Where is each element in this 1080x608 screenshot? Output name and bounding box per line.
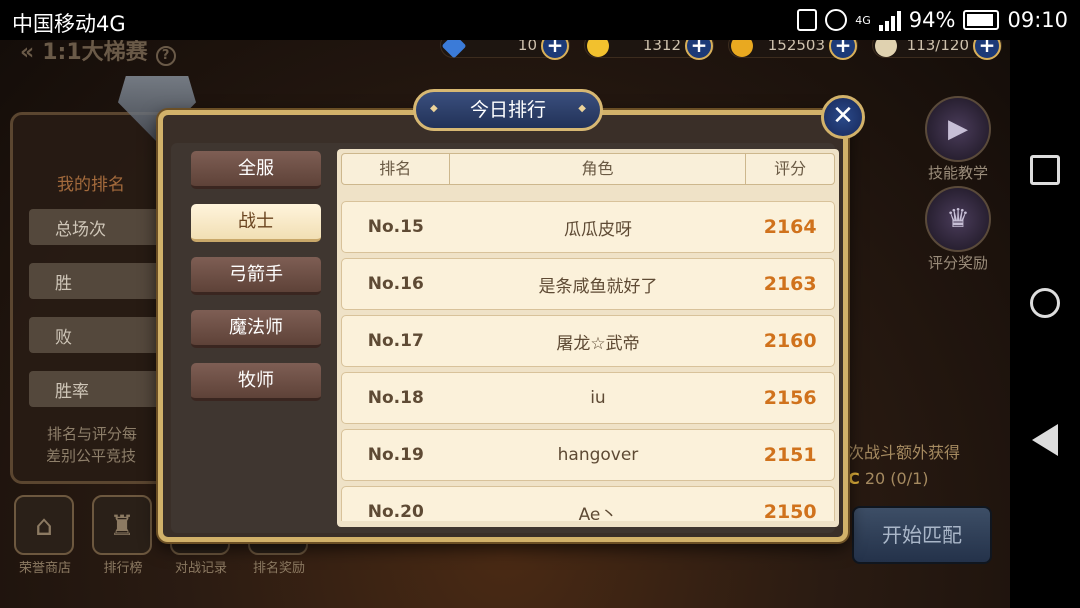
wing-icon	[875, 40, 897, 57]
back-icon[interactable]: «	[20, 40, 34, 65]
add-diamond-button[interactable]: +	[541, 40, 569, 60]
clock: 09:10	[1007, 8, 1068, 32]
column-character: 角色	[450, 154, 747, 184]
table-row[interactable]: No.16 是条咸鱼就好了 2163	[341, 258, 835, 310]
help-icon[interactable]: ?	[155, 46, 176, 66]
table-row[interactable]: No.20 Ae丶 2150	[341, 486, 835, 521]
alarm-icon	[825, 9, 848, 31]
stat-win-rate: 胜率	[29, 371, 179, 407]
game-screen: «1:1大梯赛? 10 + 1312 + 152503 + 113/120 + …	[0, 40, 1010, 608]
honor-shop-button[interactable]: ⌂ 荣誉商店	[14, 495, 76, 576]
score-reward-icon: ♛	[925, 186, 991, 252]
stat-losses: 败	[29, 317, 179, 353]
table-row[interactable]: No.18 iu 2156	[341, 372, 835, 424]
category-priest[interactable]: 牧师	[191, 363, 321, 401]
battery-percent: 94%	[908, 8, 956, 32]
table-row[interactable]: No.19 hangover 2151	[341, 429, 835, 481]
start-match-button[interactable]: 开始匹配	[852, 506, 992, 564]
add-gold-button[interactable]: +	[829, 40, 857, 60]
android-nav-bar	[1010, 40, 1080, 608]
skill-tutorial-icon: ▶	[925, 96, 991, 162]
stat-wins: 胜	[29, 263, 179, 299]
my-ranking-title: 我的排名	[57, 175, 125, 195]
category-all-server[interactable]: 全服	[191, 151, 321, 189]
back-nav-icon[interactable]	[1032, 424, 1058, 456]
category-mage[interactable]: 魔法师	[191, 310, 321, 348]
currency-bar: 10 + 1312 + 152503 + 113/120 +	[440, 40, 1002, 60]
recent-apps-icon[interactable]	[1030, 155, 1060, 185]
currency-gold: 152503 +	[728, 40, 858, 60]
bonus-coin-icon: C	[848, 469, 860, 488]
ranking-list[interactable]: No.15 瓜瓜皮呀 2164 No.16 是条咸鱼就好了 2163 No.17…	[341, 201, 835, 521]
shop-icon: ⌂	[14, 495, 74, 555]
status-bar: 中国移动4G 4G 94% 09:10	[0, 0, 1080, 40]
trophy-icon: ♜	[92, 495, 152, 555]
currency-moon: 1312 +	[584, 40, 714, 60]
vibrate-icon	[797, 9, 818, 31]
column-rank: 排名	[342, 154, 450, 184]
dialog-body: 全服 战士 弓箭手 魔法师 牧师 排名 角色 评分 No.15 瓜瓜皮呀 216…	[171, 143, 839, 533]
table-header: 排名 角色 评分	[341, 153, 835, 185]
add-moon-coin-button[interactable]: +	[685, 40, 713, 60]
skill-tutorial-button[interactable]: ▶ 技能教学	[918, 96, 998, 183]
signal-icon	[878, 9, 901, 31]
close-button[interactable]: ✕	[821, 95, 865, 139]
category-archer[interactable]: 弓箭手	[191, 257, 321, 295]
bonus-info: 次战斗额外获得 C 20 (0/1)	[848, 443, 961, 488]
table-row[interactable]: No.17 屠龙☆武帝 2160	[341, 315, 835, 367]
add-stamina-button[interactable]: +	[973, 40, 1001, 60]
page-title: «1:1大梯赛?	[20, 40, 176, 66]
currency-diamond: 10 +	[440, 40, 570, 60]
score-reward-button[interactable]: ♛ 评分奖励	[918, 186, 998, 273]
gold-coin-icon	[731, 40, 753, 57]
network-type: 4G	[855, 13, 871, 27]
class-category-list: 全服 战士 弓箭手 魔法师 牧师	[191, 151, 321, 416]
stat-total-matches: 总场次	[29, 209, 179, 245]
status-icons: 4G 94% 09:10	[797, 8, 1068, 32]
battery-icon	[963, 10, 1000, 30]
category-warrior[interactable]: 战士	[191, 204, 321, 242]
ranking-table: 排名 角色 评分 No.15 瓜瓜皮呀 2164 No.16 是条咸鱼就好了 2…	[337, 149, 839, 527]
today-ranking-dialog: 今日排行 ✕ 全服 战士 弓箭手 魔法师 牧师 排名 角色 评分 No.15	[158, 89, 865, 542]
leaderboard-button[interactable]: ♜ 排行榜	[92, 495, 154, 576]
column-score: 评分	[774, 159, 807, 178]
dialog-title: 今日排行	[413, 89, 603, 131]
currency-stamina: 113/120 +	[872, 40, 1002, 60]
table-row[interactable]: No.15 瓜瓜皮呀 2164	[341, 201, 835, 253]
carrier-label: 中国移动4G	[12, 12, 126, 36]
diamond-icon	[441, 40, 467, 59]
moon-coin-icon	[587, 40, 609, 57]
my-ranking-panel: 我的排名 总场次 胜 败 胜率 排名与评分每 无差别公平竞技	[10, 112, 180, 484]
home-icon[interactable]	[1030, 288, 1060, 318]
